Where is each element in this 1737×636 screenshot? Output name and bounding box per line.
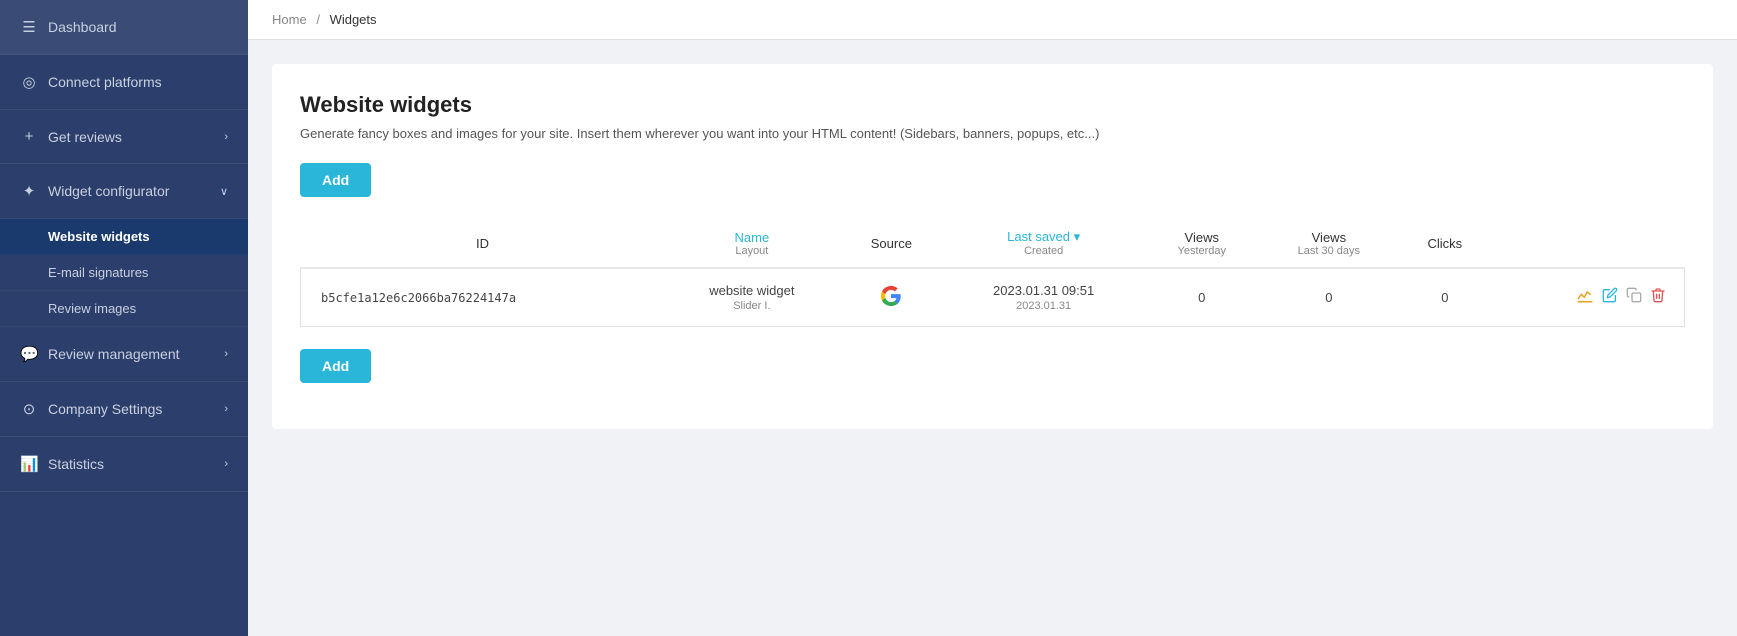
main-content: Home / Widgets Website widgets Generate … <box>248 0 1737 636</box>
col-header-last-saved[interactable]: Last saved ▾ Created <box>944 219 1144 268</box>
delete-action-icon[interactable] <box>1650 287 1666 308</box>
sidebar-item-label: Get reviews <box>48 129 122 145</box>
cell-clicks: 0 <box>1398 268 1492 327</box>
breadcrumb-current: Widgets <box>330 12 377 27</box>
sidebar-item-widget-configurator[interactable]: ✦ Widget configurator ∨ <box>0 164 248 219</box>
col-header-name[interactable]: Name Layout <box>664 219 839 268</box>
chevron-right-icon: › <box>224 348 228 360</box>
subitem-label: Website widgets <box>48 229 150 244</box>
chevron-down-icon: ∨ <box>220 185 228 198</box>
sidebar-item-label: Widget configurator <box>48 183 169 199</box>
sidebar-item-label: Connect platforms <box>48 74 162 90</box>
cell-views-30days: 0 <box>1260 268 1398 327</box>
sidebar-item-review-management[interactable]: 💬 Review management › <box>0 327 248 382</box>
chart-action-icon[interactable] <box>1576 286 1594 309</box>
settings-icon: ⊙ <box>20 400 38 418</box>
sidebar-subitem-website-widgets[interactable]: Website widgets <box>0 219 248 255</box>
widgets-table: ID Name Layout Source Last saved ▾ Creat… <box>300 219 1685 327</box>
subitem-label: E-mail signatures <box>48 265 148 280</box>
content-area: Website widgets Generate fancy boxes and… <box>248 40 1737 636</box>
sidebar: ☰ Dashboard ◎ Connect platforms + Get re… <box>0 0 248 636</box>
table-row: b5cfe1a12e6c2066ba76224147a website widg… <box>301 268 1685 327</box>
col-header-views-yesterday: Views Yesterday <box>1144 219 1260 268</box>
col-header-views-30days: Views Last 30 days <box>1260 219 1398 268</box>
sidebar-item-statistics[interactable]: 📊 Statistics › <box>0 437 248 492</box>
connect-icon: ◎ <box>20 73 38 91</box>
cell-id: b5cfe1a12e6c2066ba76224147a <box>301 268 665 327</box>
sidebar-item-dashboard[interactable]: ☰ Dashboard <box>0 0 248 55</box>
sidebar-subitem-email-signatures[interactable]: E-mail signatures <box>0 255 248 291</box>
sidebar-item-label: Dashboard <box>48 19 117 35</box>
page-subtitle: Generate fancy boxes and images for your… <box>300 126 1685 141</box>
sidebar-item-label: Company Settings <box>48 401 162 417</box>
google-icon <box>880 285 902 307</box>
col-header-source: Source <box>839 219 943 268</box>
cell-actions <box>1492 268 1685 327</box>
chevron-right-icon: › <box>224 131 228 143</box>
sidebar-item-label: Review management <box>48 346 180 362</box>
col-header-actions <box>1492 219 1685 268</box>
copy-action-icon[interactable] <box>1626 287 1642 308</box>
cell-source <box>839 268 943 327</box>
sidebar-item-get-reviews[interactable]: + Get reviews › <box>0 110 248 164</box>
sidebar-item-connect-platforms[interactable]: ◎ Connect platforms <box>0 55 248 110</box>
sidebar-item-label: Statistics <box>48 456 104 472</box>
breadcrumb: Home / Widgets <box>248 0 1737 40</box>
page-title: Website widgets <box>300 92 1685 118</box>
add-button-bottom[interactable]: Add <box>300 349 371 383</box>
dashboard-icon: ☰ <box>20 18 38 36</box>
widget-icon: ✦ <box>20 182 38 200</box>
chevron-right-icon: › <box>224 458 228 470</box>
plus-icon: + <box>20 128 38 145</box>
stats-icon: 📊 <box>20 455 38 473</box>
chevron-right-icon: › <box>224 403 228 415</box>
subitem-label: Review images <box>48 301 136 316</box>
col-header-id: ID <box>301 219 665 268</box>
edit-action-icon[interactable] <box>1602 287 1618 308</box>
chat-icon: 💬 <box>20 345 38 363</box>
add-button-top[interactable]: Add <box>300 163 371 197</box>
col-header-clicks: Clicks <box>1398 219 1492 268</box>
sidebar-item-company-settings[interactable]: ⊙ Company Settings › <box>0 382 248 437</box>
cell-views-yesterday: 0 <box>1144 268 1260 327</box>
content-card: Website widgets Generate fancy boxes and… <box>272 64 1713 429</box>
breadcrumb-separator: / <box>316 12 320 27</box>
cell-name: website widget Slider I. <box>664 268 839 327</box>
sidebar-subitem-review-images[interactable]: Review images <box>0 291 248 327</box>
breadcrumb-home[interactable]: Home <box>272 12 307 27</box>
cell-last-saved: 2023.01.31 09:51 2023.01.31 <box>944 268 1144 327</box>
